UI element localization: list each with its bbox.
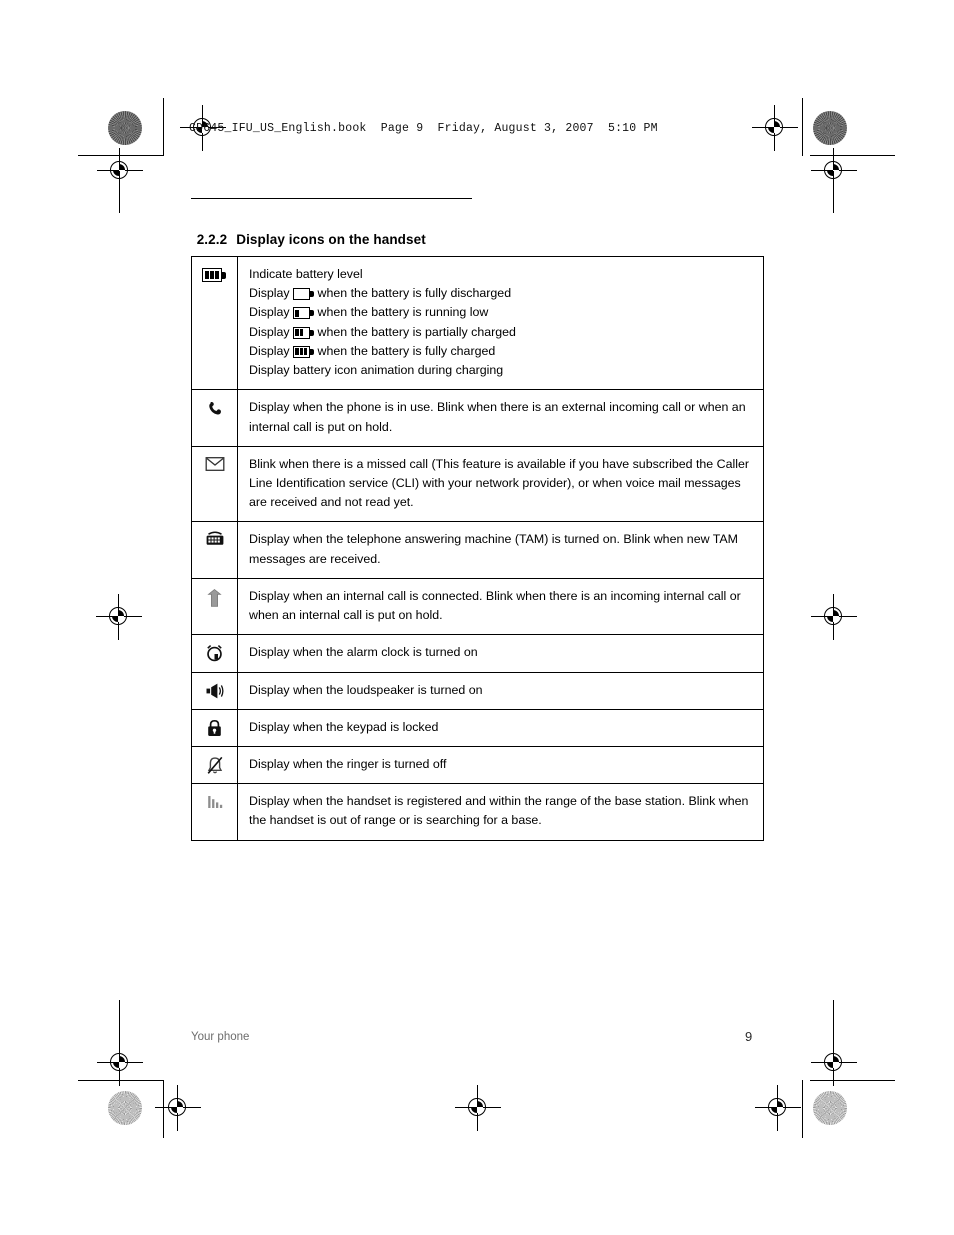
- page-title: 2.2.2 Display icons on the handset: [189, 217, 426, 247]
- battery-line-2: Display when the battery is running low: [249, 303, 753, 322]
- signal-strength-icon: [207, 796, 222, 809]
- crop-line-right-upper-horizontal: [810, 155, 895, 157]
- icon-cell: [191, 708, 238, 747]
- crop-line-bottom-right-vertical: [802, 1080, 804, 1138]
- table-row: Display when the phone is in use. Blink …: [191, 389, 764, 447]
- registration-target-bottom-center: [455, 1085, 501, 1131]
- registration-dot-bottom-left: [108, 1091, 142, 1125]
- icon-cell: [191, 255, 238, 391]
- registration-target-right-middle: [811, 594, 857, 640]
- description-cell: Blink when there is a missed call (This …: [237, 445, 764, 523]
- registration-target-left-middle: [96, 594, 142, 640]
- crop-line-left-lower-horizontal: [78, 1080, 163, 1082]
- description-cell: Display when an internal call is connect…: [237, 577, 764, 636]
- internal-call-icon: [207, 588, 222, 607]
- registration-target-left-upper: [97, 148, 143, 194]
- icon-cell: [191, 521, 238, 579]
- battery-line-1-prefix: Display: [249, 286, 290, 301]
- envelope-icon: [205, 456, 224, 471]
- battery-empty-icon: [293, 288, 314, 301]
- table-row: Display when the ringer is turned off: [191, 745, 764, 785]
- battery-line-3-prefix: Display: [249, 324, 290, 339]
- icon-cell: [191, 671, 238, 710]
- battery-line-5: Display battery icon animation during ch…: [249, 363, 504, 378]
- icon-cell: [191, 783, 238, 841]
- crop-line-left-lower-vertical: [119, 1000, 121, 1042]
- registration-target-right-upper: [811, 148, 857, 194]
- battery-line-1-suffix: when the battery is fully discharged: [317, 286, 512, 301]
- table-row: Display when the telephone answering mac…: [191, 521, 764, 579]
- crop-line-bottom-left-vertical: [163, 1080, 165, 1138]
- answering-machine-icon: [206, 531, 223, 546]
- phone-handset-icon: [208, 402, 221, 415]
- battery-line-2-prefix: Display: [249, 305, 290, 320]
- battery-line-3-suffix: when the battery is partially charged: [317, 324, 516, 339]
- table-row: Indicate battery level Display when the …: [191, 255, 764, 391]
- registration-dot-top-left: [108, 111, 142, 145]
- icon-cell: [191, 577, 238, 636]
- table-row: Display when the alarm clock is turned o…: [191, 634, 764, 673]
- registration-target-bottom-right: [755, 1085, 801, 1131]
- display-icons-table: Indicate battery level Display when the …: [191, 255, 764, 841]
- registration-dot-bottom-right: [813, 1091, 847, 1125]
- icon-cell: [191, 634, 238, 673]
- battery-line-4: Display when the battery is fully charge…: [249, 342, 753, 361]
- table-row: Blink when there is a missed call (This …: [191, 445, 764, 523]
- battery-partial-icon: [293, 326, 314, 339]
- description-cell: Display when the telephone answering mac…: [237, 521, 764, 579]
- description-cell: Display when the keypad is locked: [237, 708, 764, 747]
- battery-icon: [202, 268, 227, 282]
- icon-cell: [191, 389, 238, 447]
- table-row: Display when the keypad is locked: [191, 708, 764, 747]
- description-cell: Display when the phone is in use. Blink …: [237, 389, 764, 447]
- loudspeaker-icon: [206, 683, 223, 698]
- registration-target-right-lower: [811, 1040, 857, 1086]
- table-row: Display when the loudspeaker is turned o…: [191, 671, 764, 710]
- table-row: Display when an internal call is connect…: [191, 577, 764, 636]
- description-cell: Display when the ringer is turned off: [237, 745, 764, 785]
- registration-dot-top-right: [813, 111, 847, 145]
- description-cell: Display when the handset is registered a…: [237, 783, 764, 841]
- icon-cell: [191, 445, 238, 523]
- battery-line-0: Indicate battery level: [249, 267, 363, 281]
- crop-line-top-left-vertical: [163, 98, 165, 156]
- registration-target-bottom-left: [155, 1085, 201, 1131]
- battery-line-4-suffix: when the battery is fully charged: [317, 343, 496, 358]
- crop-line-left-upper-horizontal: [78, 155, 163, 157]
- table-row: Display when the handset is registered a…: [191, 783, 764, 841]
- icon-cell: [191, 745, 238, 785]
- battery-full-icon: [293, 345, 314, 358]
- book-file-header: CD645_IFU_US_English.book Page 9 Friday,…: [189, 122, 658, 135]
- registration-target-top-right: [752, 105, 798, 151]
- crop-line-right-upper-vertical: [833, 171, 835, 213]
- section-number: 2.2.2: [196, 232, 228, 247]
- description-cell: Display when the alarm clock is turned o…: [237, 634, 764, 673]
- crop-line-top-right-vertical: [802, 98, 804, 156]
- battery-low-icon: [293, 307, 314, 320]
- section-title: Display icons on the handset: [236, 232, 426, 247]
- padlock-icon: [208, 719, 221, 736]
- footer-section-label: Your phone: [191, 1031, 250, 1043]
- crop-line-right-lower-horizontal: [810, 1080, 895, 1082]
- battery-line-2-suffix: when the battery is running low: [317, 305, 489, 320]
- battery-line-4-prefix: Display: [249, 343, 290, 358]
- crop-line-right-lower-vertical: [833, 1000, 835, 1042]
- battery-line-3: Display when the battery is partially ch…: [249, 323, 753, 342]
- registration-target-left-lower: [97, 1040, 143, 1086]
- description-cell: Display when the loudspeaker is turned o…: [237, 671, 764, 710]
- alarm-clock-icon: [207, 645, 222, 662]
- description-cell: Indicate battery level Display when the …: [237, 255, 764, 391]
- footer-page-number: 9: [745, 1029, 753, 1044]
- heading-rule: [191, 198, 472, 200]
- ringer-off-icon: [207, 756, 222, 774]
- crop-line-left-upper-vertical: [119, 171, 121, 213]
- battery-line-1: Display when the battery is fully discha…: [249, 284, 753, 303]
